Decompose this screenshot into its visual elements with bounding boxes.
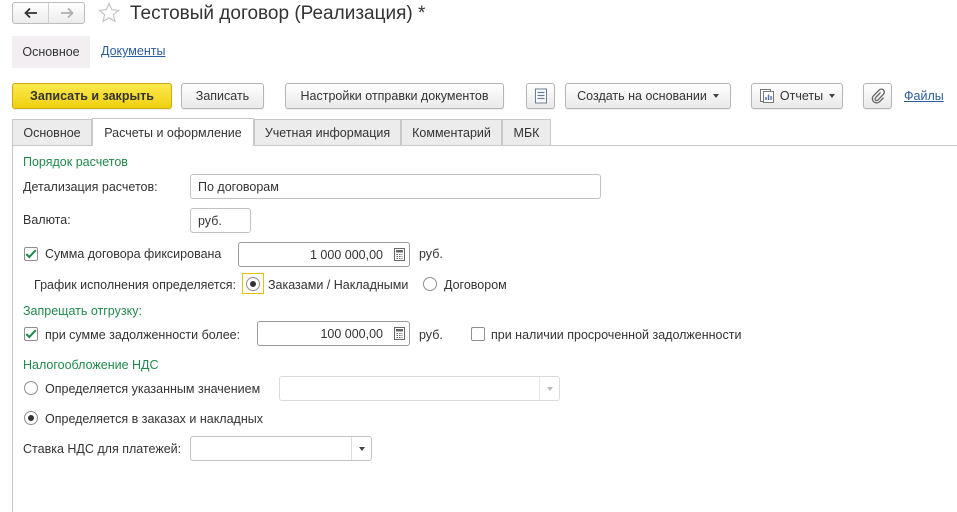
fixed-amount-unit: руб. [419,247,443,261]
fixed-amount-value: 1 000 000,00 [310,247,383,262]
vat-radio-orders[interactable] [24,411,38,425]
chevron-down-icon [546,386,553,391]
create-based-on-label: Создать на основании [577,89,707,103]
vat-option-specified-label: Определяется указанным значением [45,382,261,396]
tab-mbk[interactable]: МБК [502,119,551,145]
create-based-on-button[interactable]: Создать на основании [565,83,731,109]
reports-button[interactable]: Отчеты [751,83,843,109]
overdue-label: при наличии просроченной задолженности [491,328,742,342]
schedule-focus-frame [242,273,264,294]
back-arrow-icon [23,7,37,19]
fixed-amount-label: Сумма договора фиксирована [45,247,222,261]
vat-value-dropdown-button[interactable] [539,377,559,400]
chevron-down-icon [358,446,365,451]
vat-group-title: Налогообложение НДС [23,358,159,372]
radio-dot [250,280,256,287]
favorite-star-button[interactable] [97,1,121,28]
detail-field[interactable]: По договорам [190,174,601,199]
schedule-option-contract-label: Договором [444,278,507,292]
tab-label: Основное [23,125,81,140]
forward-button[interactable] [48,3,84,23]
reports-label: Отчеты [779,89,824,103]
attach-file-button[interactable] [863,83,892,109]
schedule-label: График исполнения определяется: [34,278,236,292]
debt-unit: руб. [419,328,443,342]
fixed-amount-checkbox[interactable] [24,247,38,261]
section-documents-link[interactable]: Документы [101,44,165,58]
navigation-buttons [12,2,85,24]
content-border [12,145,13,512]
vat-radio-specified[interactable] [24,381,38,395]
paperclip-icon [871,88,885,104]
tab-label: МБК [513,125,540,140]
forward-arrow-icon [60,7,74,19]
checkmark-icon [25,329,37,339]
calculator-button[interactable] [389,243,409,266]
tab-label: Учетная информация [264,125,391,140]
currency-value: руб. [198,213,222,228]
schedule-radio-contract[interactable] [423,277,437,291]
forbid-group-title: Запрещать отгрузку: [23,304,142,318]
calculator-icon [393,327,405,340]
save-label: Записать [195,89,250,103]
send-settings-button[interactable]: Настройки отправки документов [285,83,504,109]
list-view-button[interactable] [526,83,555,109]
calculator-icon [393,248,405,261]
list-icon [534,88,547,104]
schedule-option-orders-label: Заказами / Накладными [268,278,409,292]
section-main[interactable]: Основное [12,36,90,68]
schedule-radio-orders[interactable] [246,276,260,291]
tab-main[interactable]: Основное [12,119,92,145]
overdue-checkbox[interactable] [471,327,485,341]
detail-label: Детализация расчетов: [23,180,158,194]
fixed-amount-field[interactable]: 1 000 000,00 [238,242,410,267]
tab-settlements[interactable]: Расчеты и оформление [92,118,254,146]
vat-option-orders-label: Определяется в заказах и накладных [45,412,263,426]
save-button[interactable]: Записать [181,83,264,109]
section-main-label: Основное [22,45,80,59]
debt-amount-value: 100 000,00 [320,326,383,341]
star-icon [98,2,120,23]
debt-amount-field[interactable]: 100 000,00 [257,321,410,346]
calculator-button[interactable] [389,322,409,345]
vat-rate-label: Ставка НДС для платежей: [23,442,182,456]
save-and-close-button[interactable]: Записать и закрыть [12,83,172,109]
window-title: Тестовый договор (Реализация) * [130,3,426,24]
back-button[interactable] [13,3,48,23]
report-icon [759,89,774,103]
settlement-group-title: Порядок расчетов [23,155,128,169]
vat-value-select[interactable] [279,376,560,401]
debt-checkbox[interactable] [24,327,38,341]
tab-comment[interactable]: Комментарий [401,119,502,145]
vat-rate-select[interactable] [190,436,372,461]
files-link[interactable]: Файлы [904,89,944,103]
radio-dot [28,415,34,421]
chevron-down-icon [829,94,836,98]
currency-field[interactable]: руб. [190,208,251,233]
tab-label: Комментарий [412,125,491,140]
send-settings-label: Настройки отправки документов [300,89,489,103]
save-and-close-label: Записать и закрыть [30,89,154,103]
vat-rate-dropdown-button[interactable] [351,437,371,460]
tab-accounting-info[interactable]: Учетная информация [254,119,401,145]
debt-label: при сумме задолженности более: [45,328,241,342]
detail-value: По договорам [198,179,279,194]
checkmark-icon [25,249,37,259]
currency-label: Валюта: [23,213,71,227]
chevron-down-icon [712,94,719,98]
tab-label: Расчеты и оформление [104,125,242,140]
